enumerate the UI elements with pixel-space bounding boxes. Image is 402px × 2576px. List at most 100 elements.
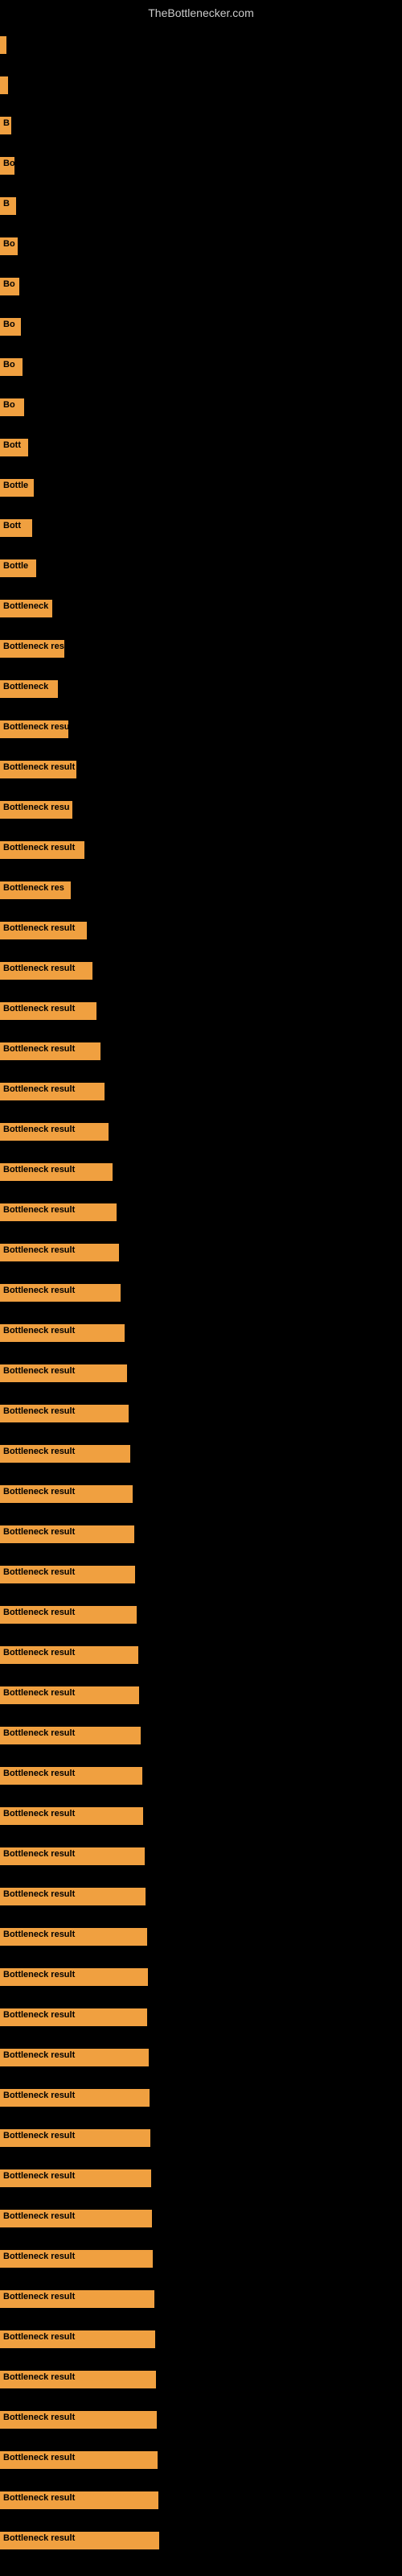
bar-label: Bottleneck result	[0, 1807, 143, 1825]
bar-label: Bottleneck result	[0, 1042, 100, 1060]
bar-row: Bottleneck result	[0, 1525, 134, 1543]
bar-row: Bottleneck result	[0, 1767, 142, 1785]
bar-label: Bottleneck result	[0, 922, 87, 939]
bar-row: Bottleneck result	[0, 2371, 156, 2388]
bar-row: Bo	[0, 318, 21, 336]
bar-row: Bottleneck result	[0, 1445, 130, 1463]
bar-row: Bottleneck result	[0, 2129, 150, 2147]
bar-label: Bottleneck result	[0, 2491, 158, 2509]
bar-label: Bottleneck	[0, 680, 58, 698]
bar-label: Bottleneck result	[0, 2411, 157, 2429]
bar-row: Bottleneck result	[0, 1042, 100, 1060]
bar-row: Bottleneck result	[0, 2008, 147, 2026]
bar-row: Bottleneck result	[0, 922, 87, 939]
bar-row: Bottleneck result	[0, 2491, 158, 2509]
bar-row: Bo	[0, 278, 19, 295]
bar-label: Bottleneck result	[0, 2049, 149, 2066]
bar-label: Bott	[0, 439, 28, 456]
bar-row: Bottleneck result	[0, 1968, 148, 1986]
bar-row: Bo	[0, 237, 18, 255]
bar-row: Bottleneck result	[0, 2411, 157, 2429]
bar-row: Bottleneck result	[0, 1847, 145, 1865]
bar-label: Bottleneck result	[0, 1324, 125, 1342]
bar-row: Bottleneck result	[0, 761, 76, 778]
bar-row: Bo	[0, 398, 24, 416]
bar-label: Bott	[0, 519, 32, 537]
bar-row: Bottleneck result	[0, 2049, 149, 2066]
bar-row: Bottleneck result	[0, 2330, 155, 2348]
bar-row	[0, 36, 6, 54]
bar-label: Bottleneck result	[0, 761, 76, 778]
bar-label: Bo	[0, 278, 19, 295]
bar-row: Bottleneck result	[0, 2451, 158, 2469]
bar-row: Bottleneck result	[0, 1566, 135, 1583]
bar-row: Bottleneck result	[0, 1002, 96, 1020]
bar-row: Bottleneck result	[0, 1324, 125, 1342]
bar-label: Bottleneck result	[0, 1606, 137, 1624]
bar-label: Bottleneck result	[0, 2129, 150, 2147]
bar-label: Bottleneck result	[0, 2371, 156, 2388]
bar-label: Bottleneck result	[0, 2451, 158, 2469]
bar-label: Bottleneck res	[0, 881, 71, 899]
bar-row: Bottleneck result	[0, 1163, 113, 1181]
bar-row: B	[0, 197, 16, 215]
bar-label: Bottleneck result	[0, 2290, 154, 2308]
bar-label: Bottleneck result	[0, 1364, 127, 1382]
bar-row: Bottle	[0, 479, 34, 497]
bar-label: Bottleneck result	[0, 1686, 139, 1704]
bar-row: Bottleneck result	[0, 1203, 117, 1221]
bar-row: Bottleneck result	[0, 1244, 119, 1261]
bar-row: Bottleneck result	[0, 1686, 139, 1704]
bar-label: Bottleneck result	[0, 1525, 134, 1543]
bar-label: Bottleneck result	[0, 841, 84, 859]
bar-row: Bottleneck result	[0, 1888, 146, 1905]
bar-label: Bo	[0, 398, 24, 416]
bar-label: Bottleneck result	[0, 1888, 146, 1905]
bar-row: Bottleneck result	[0, 1405, 129, 1422]
bar-label: Bottleneck result	[0, 1968, 148, 1986]
bar-label: Bottleneck result	[0, 1566, 135, 1583]
bar-label: Bottleneck res	[0, 640, 64, 658]
bar-label: Bottleneck result	[0, 1646, 138, 1664]
bar-row: Bottleneck result	[0, 2089, 150, 2107]
bar-row: Bottleneck result	[0, 1284, 121, 1302]
bar-label: Bottleneck result	[0, 2532, 159, 2549]
bar-row: Bo	[0, 157, 14, 175]
bar-label: Bottleneck result	[0, 1083, 105, 1100]
bar-label: Bottleneck result	[0, 1485, 133, 1503]
bar-row: Bottleneck result	[0, 1646, 138, 1664]
bar-label: Bo	[0, 237, 18, 255]
bar-row: Bottleneck resul	[0, 720, 68, 738]
bar-row: Bottleneck res	[0, 881, 71, 899]
bar-label: Bo	[0, 358, 23, 376]
bar-row: Bottleneck result	[0, 841, 84, 859]
bar-label: Bottleneck result	[0, 1445, 130, 1463]
bar-row: Bottleneck result	[0, 1928, 147, 1946]
bar-label: B	[0, 117, 11, 134]
bar-row: Bottle	[0, 559, 36, 577]
bar-label: Bottleneck result	[0, 2089, 150, 2107]
bar-label: Bottleneck result	[0, 1928, 147, 1946]
bar-label: Bottleneck result	[0, 1123, 109, 1141]
bar-label: Bottleneck result	[0, 1244, 119, 1261]
bar-row: Bottleneck result	[0, 1364, 127, 1382]
bar-row: Bottleneck resu	[0, 801, 72, 819]
bar-label: Bottleneck resu	[0, 801, 72, 819]
bar-label	[0, 36, 6, 54]
bar-label: Bottleneck result	[0, 1767, 142, 1785]
bar-row	[0, 76, 8, 94]
bar-label: Bottleneck result	[0, 1203, 117, 1221]
bar-row: Bottleneck result	[0, 2250, 153, 2268]
bar-row: Bottleneck result	[0, 2290, 154, 2308]
site-title: TheBottlenecker.com	[148, 6, 254, 19]
bar-label: Bottleneck resul	[0, 720, 68, 738]
bar-label: Bottleneck result	[0, 1405, 129, 1422]
bar-label: Bottleneck result	[0, 1163, 113, 1181]
bar-label: Bottle	[0, 479, 34, 497]
bar-row: Bottleneck result	[0, 962, 92, 980]
bar-row: Bottleneck result	[0, 1083, 105, 1100]
bar-row: Bottleneck result	[0, 1485, 133, 1503]
bar-label: Bottleneck result	[0, 2169, 151, 2187]
bar-row: Bottleneck result	[0, 1807, 143, 1825]
bar-row: Bott	[0, 519, 32, 537]
